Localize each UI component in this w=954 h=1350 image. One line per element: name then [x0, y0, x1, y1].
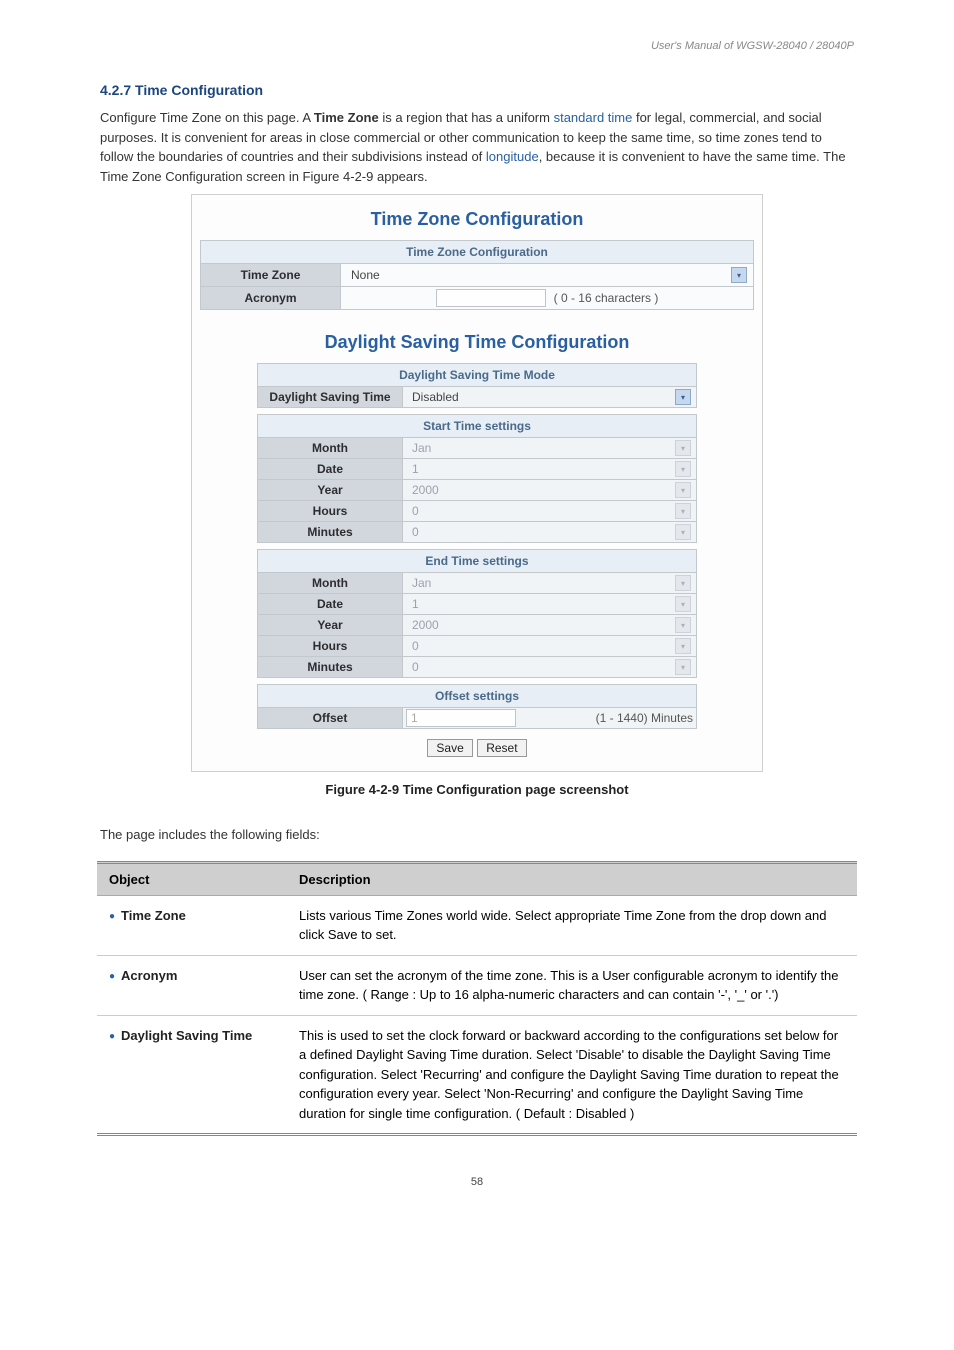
chevron-down-icon: ▾ — [675, 461, 691, 477]
end-month-label: Month — [258, 573, 403, 594]
end-minutes-select[interactable]: 0▾ — [403, 657, 697, 678]
row-desc: User can set the acronym of the time zon… — [287, 955, 857, 1015]
end-date-value: 1 — [408, 595, 423, 613]
end-month-select[interactable]: Jan ▾ — [403, 573, 697, 594]
dst-select[interactable]: Disabled ▾ — [403, 387, 697, 408]
chevron-down-icon: ▾ — [675, 575, 691, 591]
save-button[interactable]: Save — [427, 739, 472, 757]
start-minutes-select[interactable]: 0▾ — [403, 522, 697, 543]
figure-caption: Figure 4-2-9 Time Configuration page scr… — [0, 782, 954, 797]
end-year-value: 2000 — [408, 616, 443, 634]
col-description: Description — [287, 862, 857, 895]
page-title: Time Zone Configuration — [200, 209, 754, 230]
bullet-icon: ● — [109, 909, 115, 924]
product-header: User's Manual of WGSW-28040 / 28040P — [0, 40, 854, 52]
tz-section-header: Time Zone Configuration — [201, 241, 754, 264]
end-year-select[interactable]: 2000 ▾ — [403, 615, 697, 636]
chevron-down-icon: ▾ — [675, 482, 691, 498]
dst-heading: Daylight Saving Time Configuration — [200, 332, 754, 353]
start-date-label: Date — [258, 459, 403, 480]
start-time-section: Start Time settings — [258, 415, 697, 438]
start-hours-select[interactable]: 0▾ — [403, 501, 697, 522]
offset-section: Offset settings — [258, 685, 697, 708]
dst-label: Daylight Saving Time — [258, 387, 403, 408]
dst-mode-section: Daylight Saving Time Mode — [258, 364, 697, 387]
row-object: Acronym — [121, 968, 177, 983]
start-minutes-value: 0 — [408, 523, 423, 541]
end-minutes-value: 0 — [408, 658, 423, 676]
end-month-value: Jan — [408, 574, 435, 592]
offset-label: Offset — [258, 708, 403, 729]
chevron-down-icon: ▾ — [675, 596, 691, 612]
dst-mode-table: Daylight Saving Time Mode Daylight Savin… — [257, 363, 697, 408]
col-object: Object — [97, 862, 287, 895]
end-time-section: End Time settings — [258, 550, 697, 573]
section-title: 4.2.7 Time Configuration — [100, 82, 854, 98]
start-date-value: 1 — [408, 460, 423, 478]
start-month-value: Jan — [408, 439, 435, 457]
offset-table: Offset settings Offset (1 - 1440) Minute… — [257, 684, 697, 729]
timezone-value: None — [347, 266, 384, 284]
bullet-icon: ● — [109, 1029, 115, 1044]
end-date-select[interactable]: 1▾ — [403, 594, 697, 615]
start-year-label: Year — [258, 480, 403, 501]
chevron-down-icon: ▾ — [675, 524, 691, 540]
offset-input[interactable] — [406, 709, 516, 727]
start-minutes-label: Minutes — [258, 522, 403, 543]
table-row: ● Time Zone Lists various Time Zones worl… — [97, 895, 857, 955]
start-date-select[interactable]: 1▾ — [403, 459, 697, 480]
chevron-down-icon: ▾ — [675, 659, 691, 675]
chevron-down-icon: ▾ — [675, 440, 691, 456]
end-hours-select[interactable]: 0▾ — [403, 636, 697, 657]
reset-button[interactable]: Reset — [477, 739, 526, 757]
table-row: ● Daylight Saving Time This is used to se… — [97, 1015, 857, 1135]
start-month-select[interactable]: Jan ▾ — [403, 438, 697, 459]
acronym-hint: ( 0 - 16 characters ) — [554, 291, 659, 305]
row-desc: Lists various Time Zones world wide. Sel… — [287, 895, 857, 955]
acronym-input[interactable] — [436, 289, 546, 307]
start-month-label: Month — [258, 438, 403, 459]
start-hours-value: 0 — [408, 502, 423, 520]
figure-time-zone-config: Time Zone Configuration Time Zone Config… — [191, 194, 763, 772]
page-number: 58 — [0, 1176, 954, 1188]
timezone-label: Time Zone — [201, 264, 341, 287]
chevron-down-icon[interactable]: ▾ — [675, 389, 691, 405]
intro-text: Configure Time Zone on this page. A Time… — [100, 108, 854, 186]
end-year-label: Year — [258, 615, 403, 636]
row-object: Daylight Saving Time — [121, 1028, 252, 1043]
chevron-down-icon: ▾ — [675, 503, 691, 519]
start-time-table: Start Time settings Month Jan▾ Date 1▾ Y… — [257, 414, 697, 543]
end-hours-label: Hours — [258, 636, 403, 657]
row-desc: This is used to set the clock forward or… — [287, 1015, 857, 1135]
start-year-select[interactable]: 2000 ▾ — [403, 480, 697, 501]
chevron-down-icon: ▾ — [675, 638, 691, 654]
chevron-down-icon: ▾ — [675, 617, 691, 633]
bullet-icon: ● — [109, 969, 115, 984]
time-zone-table: Time Zone Configuration Time Zone None ▾… — [200, 240, 754, 310]
acronym-label: Acronym — [201, 287, 341, 310]
end-hours-value: 0 — [408, 637, 423, 655]
object-description-table: Object Description ● Time Zone Lists vari… — [97, 861, 857, 1137]
end-date-label: Date — [258, 594, 403, 615]
start-year-value: 2000 — [408, 481, 443, 499]
row-object: Time Zone — [121, 908, 186, 923]
desc-intro: The page includes the following fields: — [100, 825, 854, 845]
end-time-table: End Time settings Month Jan▾ Date 1▾ Yea… — [257, 549, 697, 678]
end-minutes-label: Minutes — [258, 657, 403, 678]
start-hours-label: Hours — [258, 501, 403, 522]
chevron-down-icon[interactable]: ▾ — [731, 267, 747, 283]
dst-value: Disabled — [408, 388, 463, 406]
timezone-select[interactable]: None ▾ — [341, 264, 754, 287]
offset-hint: (1 - 1440) Minutes — [596, 711, 693, 725]
table-row: ● Acronym User can set the acronym of the… — [97, 955, 857, 1015]
